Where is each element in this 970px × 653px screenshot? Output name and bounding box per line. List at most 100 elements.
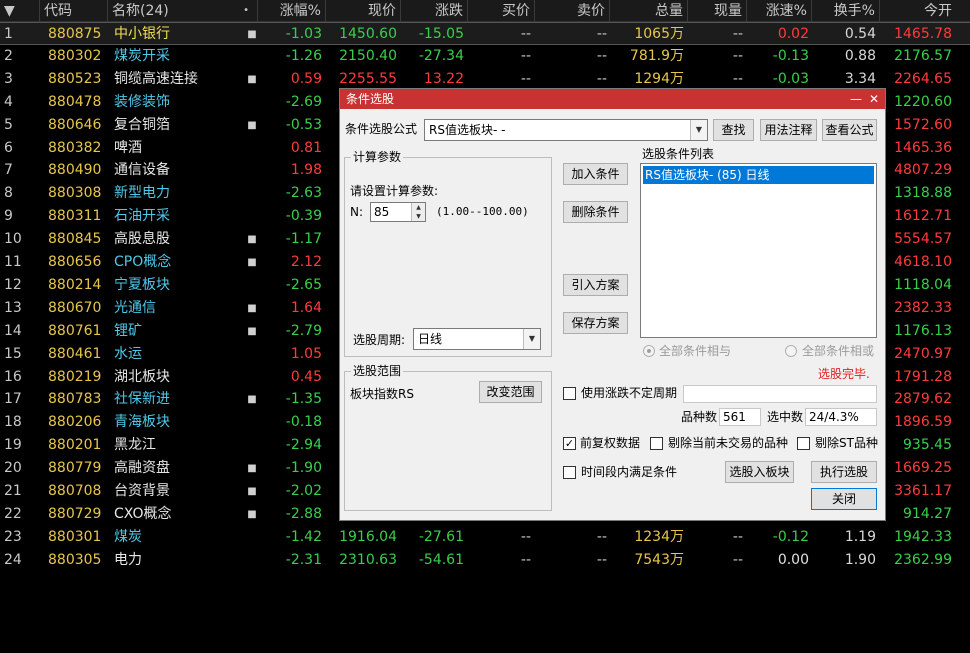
row-mark-icon: ■ — [247, 302, 257, 314]
row-index: 4 — [4, 93, 13, 110]
row-pct: 0.59 — [290, 70, 322, 87]
row-ask: -- — [596, 26, 607, 42]
col-speed[interactable]: 涨速% — [747, 0, 812, 22]
condition-list[interactable]: RS值选板块- (85) 日线 — [640, 163, 877, 338]
row-open: 1791.28 — [894, 368, 952, 385]
usage-notes-button[interactable]: 用法注释 — [760, 119, 817, 141]
row-open: 1942.33 — [894, 528, 952, 545]
row-volume: 1234万 — [634, 528, 684, 545]
col-bid[interactable]: 买价 — [468, 0, 535, 22]
row-chg: -27.34 — [418, 47, 464, 64]
change-range-button[interactable]: 改变范围 — [479, 381, 542, 403]
spin-down-icon[interactable]: ▼ — [411, 212, 425, 221]
row-open: 2382.33 — [894, 299, 952, 316]
col-pct[interactable]: 涨幅% — [258, 0, 326, 22]
row-name: 新型电力 — [114, 185, 170, 202]
close-button[interactable]: 关闭 — [811, 488, 877, 510]
row-index: 16 — [4, 368, 22, 385]
period-combo[interactable]: 日线 ▼ — [413, 328, 541, 350]
sort-arrow-icon[interactable]: ▼ — [0, 0, 40, 22]
row-bid: -- — [520, 47, 531, 64]
col-ask[interactable]: 卖价 — [535, 0, 610, 22]
row-code: 880845 — [48, 231, 102, 248]
radio-all-and[interactable] — [643, 345, 655, 357]
count-label: 品种数 — [681, 410, 718, 424]
row-current-vol: -- — [732, 528, 743, 545]
minimize-icon[interactable]: — — [847, 89, 865, 109]
table-row[interactable]: 2 880302 煤炭开采 -1.26 2150.40 -27.34 -- -- 781.9万 -… — [0, 45, 970, 68]
chevron-down-icon[interactable]: ▼ — [690, 120, 707, 140]
row-pct: -2.69 — [285, 93, 322, 110]
use-variable-period-label: 使用涨跌不定周期 — [581, 386, 678, 400]
row-index: 13 — [4, 299, 22, 316]
row-mark-icon — [246, 549, 258, 572]
range-value: 板块指数RS — [350, 387, 414, 401]
row-mark-icon — [246, 182, 258, 205]
forward-adjust-checkbox[interactable]: ✓ — [563, 437, 576, 450]
import-plan-button[interactable]: 引入方案 — [563, 274, 628, 296]
col-turnover[interactable]: 换手% — [812, 0, 880, 22]
exclude-st-checkbox[interactable] — [797, 437, 810, 450]
col-current-vol[interactable]: 现量 — [688, 0, 747, 22]
row-name: CXO概念 — [114, 505, 172, 522]
selected-value: 24/4.3% — [805, 408, 877, 426]
delete-condition-button[interactable]: 删除条件 — [563, 201, 628, 223]
dialog-title: 条件选股 — [346, 92, 395, 106]
row-code: 880219 — [48, 368, 102, 385]
use-variable-period-checkbox[interactable] — [563, 387, 576, 400]
row-chg: -27.61 — [418, 528, 464, 545]
row-code: 880305 — [48, 551, 102, 568]
dialog-title-bar[interactable]: 条件选股 — ✕ — [340, 89, 885, 109]
row-code: 880670 — [48, 299, 102, 316]
row-index: 21 — [4, 483, 22, 499]
row-index: 11 — [4, 254, 22, 270]
col-code[interactable]: 代码 — [40, 0, 108, 22]
close-icon[interactable]: ✕ — [865, 89, 883, 109]
row-open: 1220.60 — [894, 93, 952, 110]
row-index: 6 — [4, 139, 13, 156]
table-row[interactable]: 1 880875 中小银行 ■ -1.03 1450.60 -15.05 -- -- 1065万 -… — [0, 22, 970, 45]
execute-select-button[interactable]: 执行选股 — [811, 461, 877, 483]
row-ask: -- — [596, 551, 607, 568]
row-bid: -- — [520, 551, 531, 568]
col-name[interactable]: 名称(24) • — [108, 0, 258, 22]
row-open: 914.27 — [903, 505, 952, 522]
find-button[interactable]: 查找 — [713, 119, 754, 141]
row-price: 2310.63 — [339, 551, 397, 568]
row-index: 1 — [4, 26, 13, 42]
row-code: 880308 — [48, 185, 102, 202]
spin-up-icon[interactable]: ▲ — [411, 203, 425, 212]
chevron-down-icon[interactable]: ▼ — [523, 329, 540, 349]
in-period-checkbox[interactable] — [563, 466, 576, 479]
table-row[interactable]: 24 880305 电力 -2.31 2310.63 -54.61 -- -- 7543万 -- 0… — [0, 549, 970, 572]
row-open: 3361.17 — [894, 483, 952, 499]
to-block-button[interactable]: 选股入板块 — [725, 461, 794, 483]
col-open[interactable]: 今开 — [880, 0, 970, 22]
view-formula-button[interactable]: 查看公式 — [822, 119, 877, 141]
condition-list-item[interactable]: RS值选板块- (85) 日线 — [643, 166, 874, 184]
param-n-stepper[interactable]: 85 ▲ ▼ — [370, 202, 426, 222]
in-period-label: 时间段内满足条件 — [581, 465, 678, 479]
table-row[interactable]: 23 880301 煤炭 -1.42 1916.04 -27.61 -- -- 1234万 -- -… — [0, 526, 970, 549]
col-volume[interactable]: 总量 — [610, 0, 688, 22]
radio-all-and-label: 全部条件相与 — [659, 344, 732, 358]
row-pct: -1.03 — [285, 26, 322, 42]
variable-period-field[interactable] — [683, 385, 877, 403]
row-mark-icon: ■ — [247, 29, 257, 40]
exclude-untraded-checkbox[interactable] — [650, 437, 663, 450]
formula-combo[interactable]: RS值选板块- - ▼ — [424, 119, 708, 141]
row-mark-icon — [246, 45, 258, 68]
row-code: 880301 — [48, 528, 102, 545]
add-condition-button[interactable]: 加入条件 — [563, 163, 628, 185]
col-chg[interactable]: 涨跌 — [401, 0, 468, 22]
col-price[interactable]: 现价 — [326, 0, 401, 22]
row-speed: -0.13 — [772, 47, 809, 64]
row-index: 22 — [4, 505, 22, 522]
save-plan-button[interactable]: 保存方案 — [563, 312, 628, 334]
row-mark-icon — [246, 159, 258, 182]
row-mark-icon: ■ — [247, 486, 257, 497]
row-index: 2 — [4, 47, 13, 64]
radio-all-or[interactable] — [785, 345, 797, 357]
row-current-vol: -- — [732, 47, 743, 64]
row-speed: -0.12 — [772, 528, 809, 545]
